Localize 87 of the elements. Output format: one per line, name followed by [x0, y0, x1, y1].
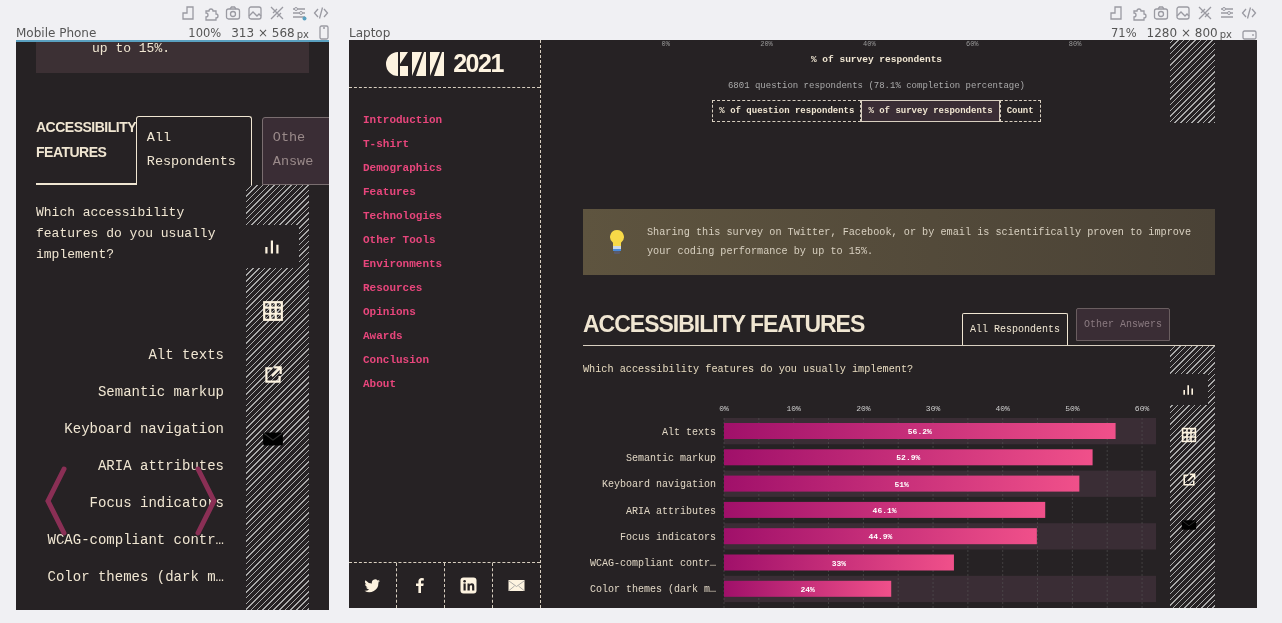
category-label: Semantic markup: [97, 383, 224, 402]
category-label: WCAG-compliant contr…: [589, 558, 716, 570]
email-icon[interactable]: [508, 577, 525, 594]
value-label: 51%: [894, 479, 909, 489]
twitter-bird-icon[interactable]: [364, 577, 381, 594]
device-label: Mobile Phone: [16, 26, 98, 40]
sliders-icon[interactable]: [291, 5, 307, 21]
lightbulb-icon: [609, 229, 625, 255]
value-label: 46.1%: [872, 506, 897, 516]
viewport-size: 313 × 568: [231, 26, 295, 40]
category-label: Alt texts: [662, 426, 716, 438]
puzzle-icon[interactable]: [1131, 5, 1147, 21]
category-label: ARIA attributes: [626, 505, 716, 517]
category-label: Color themes (dark m…: [589, 584, 716, 596]
logo-text[interactable]: 2021: [453, 49, 503, 78]
tab[interactable]: Other Answers: [1076, 308, 1170, 341]
category-label: Keyboard navigation: [601, 479, 716, 491]
bar-chart-view-button[interactable]: [1170, 374, 1208, 405]
table-icon: [261, 299, 284, 322]
tip-text: Sharing this survey on Twitter, Facebook, or by email is scientifically proven to improve your coding performance by up to 15%.: [647, 226, 1193, 259]
ruler-icon[interactable]: [181, 5, 197, 21]
size-unit: px: [1219, 29, 1232, 40]
tab[interactable]: Othe Answe: [261, 117, 329, 185]
share-icon[interactable]: [1181, 471, 1197, 488]
category-label: ARIA attributes: [97, 457, 224, 476]
nav-link[interactable]: Features: [363, 183, 416, 201]
nav-link[interactable]: Environments: [363, 255, 443, 273]
respondents-note: 6801 question respondents (78.1% completion percentage): [727, 81, 1026, 91]
axis-tick: 0%: [719, 404, 729, 413]
axis-tick: 40%: [995, 404, 1010, 413]
section-title: ACCESSIBILITY FEATURES: [583, 311, 866, 338]
nav-link[interactable]: Conclusion: [363, 351, 429, 369]
table-icon: [1181, 426, 1197, 443]
image-icon[interactable]: [1175, 5, 1191, 21]
nav-link[interactable]: Technologies: [363, 207, 443, 225]
nav-link[interactable]: Other Tools: [363, 231, 436, 249]
image-icon[interactable]: [247, 5, 263, 21]
nav-link[interactable]: Awards: [363, 327, 403, 345]
camera-icon[interactable]: [225, 5, 241, 21]
unit-toggle[interactable]: % of survey respondents: [861, 100, 1000, 122]
value-label: 52.9%: [896, 453, 921, 463]
category-label: Focus indicators: [89, 494, 224, 513]
unit-toggle[interactable]: Count: [999, 100, 1041, 122]
question-text: Which accessibility features do you usually implement?: [36, 204, 217, 264]
ruler-icon[interactable]: [1109, 5, 1125, 21]
value-label: 24%: [800, 584, 815, 594]
value-label: 56.2%: [907, 427, 932, 437]
device-label: Laptop: [349, 26, 392, 40]
category-label: WCAG-compliant contr…: [47, 531, 224, 550]
value-label: 33%: [831, 558, 847, 568]
category-label: Focus indicators: [620, 531, 716, 543]
code-icon[interactable]: [1241, 5, 1257, 21]
nav-link[interactable]: Resources: [363, 279, 423, 297]
question-text: Which accessibility features do you usually implement?: [583, 364, 915, 375]
axis-tick: 20%: [856, 404, 871, 413]
nav-link[interactable]: Demographics: [363, 159, 443, 177]
axis-title: % of survey respondents: [810, 54, 943, 65]
bar-chart-view-button[interactable]: [246, 225, 299, 268]
landscape-device-icon[interactable]: [1242, 30, 1257, 40]
axis-tick: 30%: [925, 404, 941, 413]
value-label: 44.9%: [868, 532, 893, 542]
tab[interactable]: All Respondents: [135, 116, 252, 185]
zoom-level: 71%: [1111, 26, 1137, 40]
phone-icon[interactable]: [319, 25, 329, 40]
code-icon[interactable]: [313, 5, 329, 21]
crossed-tools-icon[interactable]: [269, 5, 285, 21]
puzzle-icon[interactable]: [203, 5, 219, 21]
category-label: Alt texts: [148, 346, 224, 365]
zoom-level: 100%: [188, 26, 222, 40]
nav-link[interactable]: About: [363, 375, 396, 393]
tab[interactable]: All Respondents: [961, 313, 1068, 345]
camera-icon[interactable]: [1153, 5, 1169, 21]
size-unit: px: [296, 29, 309, 40]
nav-link[interactable]: Introduction: [363, 111, 443, 129]
category-label: Keyboard navigation: [64, 420, 224, 439]
category-label: Semantic markup: [626, 452, 716, 464]
axis-tick: 50%: [1065, 404, 1080, 413]
nav-link[interactable]: Opinions: [363, 303, 416, 321]
linkedin-icon[interactable]: [460, 577, 477, 594]
category-label: Color themes (dark m…: [47, 568, 224, 587]
tip-text: up to 15%.: [92, 42, 170, 56]
sliders-icon[interactable]: [1219, 5, 1235, 21]
nav-link[interactable]: T-shirt: [363, 135, 410, 153]
axis-tick: 10%: [786, 404, 801, 413]
viewport-size: 1280 × 800: [1146, 26, 1218, 40]
axis-tick: 60%: [1134, 404, 1150, 413]
crossed-tools-icon[interactable]: [1197, 5, 1213, 21]
